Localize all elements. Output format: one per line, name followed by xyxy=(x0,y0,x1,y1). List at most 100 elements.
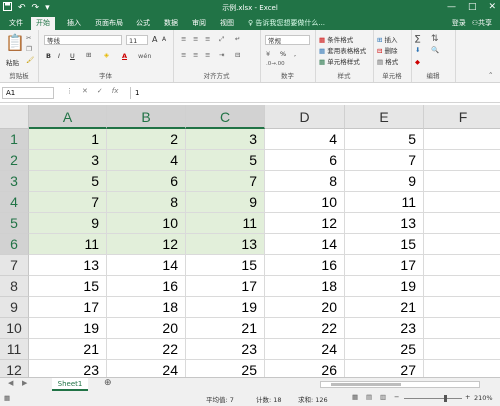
cell-c5[interactable]: 11 xyxy=(186,213,265,234)
row-header-1[interactable]: 1 xyxy=(0,129,29,150)
cell-d3[interactable]: 8 xyxy=(265,171,345,192)
align-top-icon[interactable]: ≡ xyxy=(181,35,186,43)
cell-c1[interactable]: 3 xyxy=(186,129,265,150)
add-sheet-icon[interactable]: ⊕ xyxy=(104,378,112,388)
format-cells-button[interactable]: ▤ 格式 xyxy=(377,56,398,66)
cell-b4[interactable]: 8 xyxy=(107,192,186,213)
cut-icon[interactable]: ✂ xyxy=(26,34,31,42)
horizontal-scrollbar[interactable] xyxy=(320,381,480,388)
align-bottom-icon[interactable]: ≡ xyxy=(205,35,210,43)
cell-e3[interactable]: 9 xyxy=(345,171,424,192)
increase-decimal-icon[interactable]: .0→.00 xyxy=(266,61,285,67)
cell-a9[interactable]: 17 xyxy=(29,297,107,318)
scroll-left-icon[interactable]: ◀ xyxy=(8,379,13,387)
cell-a7[interactable]: 13 xyxy=(29,255,107,276)
cell-b2[interactable]: 4 xyxy=(107,150,186,171)
borders-icon[interactable]: ⊞ xyxy=(86,51,91,59)
phonetic-icon[interactable]: wén xyxy=(138,52,151,60)
page-layout-view-icon[interactable]: ▤ xyxy=(366,393,372,401)
zoom-level[interactable]: 210% xyxy=(474,394,493,402)
merge-center-icon[interactable]: ⊟ xyxy=(235,51,240,59)
font-size-combo[interactable]: 11 xyxy=(126,35,148,45)
cell-a5[interactable]: 9 xyxy=(29,213,107,234)
enter-icon[interactable]: ✓ xyxy=(97,87,103,95)
share-button[interactable]: ⚇共享 xyxy=(472,18,492,28)
cell-d7[interactable]: 16 xyxy=(265,255,345,276)
find-select-icon[interactable]: 🔍 xyxy=(431,46,439,54)
cell-c11[interactable]: 23 xyxy=(186,339,265,360)
normal-view-icon[interactable]: ▦ xyxy=(352,393,358,401)
align-left-icon[interactable]: ≡ xyxy=(181,51,186,59)
cell-f4[interactable] xyxy=(424,192,500,213)
cell-c8[interactable]: 17 xyxy=(186,276,265,297)
sheet-tab-sheet1[interactable]: Sheet1 xyxy=(52,378,88,391)
cell-f11[interactable] xyxy=(424,339,500,360)
cell-f5[interactable] xyxy=(424,213,500,234)
cell-e8[interactable]: 19 xyxy=(345,276,424,297)
cell-e5[interactable]: 13 xyxy=(345,213,424,234)
delete-cells-button[interactable]: ⊟ 删除 xyxy=(377,45,398,55)
cell-e6[interactable]: 15 xyxy=(345,234,424,255)
align-right-icon[interactable]: ≡ xyxy=(205,51,210,59)
cell-styles-button[interactable]: ▦ 单元格样式 xyxy=(319,56,360,66)
row-header-10[interactable]: 10 xyxy=(0,318,29,339)
row-header-6[interactable]: 6 xyxy=(0,234,29,255)
orientation-icon[interactable]: ⤢ xyxy=(219,35,224,44)
autosum-button[interactable]: ∑ xyxy=(415,34,420,43)
scroll-right-icon[interactable]: ▶ xyxy=(22,379,27,387)
cell-d5[interactable]: 12 xyxy=(265,213,345,234)
tab-formulas[interactable]: 公式 xyxy=(131,18,155,29)
clear-icon[interactable]: ◆ xyxy=(415,58,420,66)
tab-data[interactable]: 数据 xyxy=(159,18,183,29)
cell-a3[interactable]: 5 xyxy=(29,171,107,192)
cell-b8[interactable]: 16 xyxy=(107,276,186,297)
tab-home[interactable]: 开始 xyxy=(31,17,55,30)
row-header-5[interactable]: 5 xyxy=(0,213,29,234)
zoom-in-button[interactable]: + xyxy=(465,393,470,401)
cell-b5[interactable]: 10 xyxy=(107,213,186,234)
copy-icon[interactable]: ❐ xyxy=(26,45,32,53)
page-break-view-icon[interactable]: ▥ xyxy=(380,393,386,401)
align-middle-icon[interactable]: ≡ xyxy=(193,35,198,43)
insert-cells-button[interactable]: ⊞ 插入 xyxy=(377,34,398,44)
font-name-combo[interactable]: 等线 xyxy=(44,35,122,45)
cell-e4[interactable]: 11 xyxy=(345,192,424,213)
column-header-c[interactable]: C xyxy=(186,105,265,129)
column-header-d[interactable]: D xyxy=(265,105,345,129)
zoom-out-button[interactable]: − xyxy=(394,393,399,401)
cell-d9[interactable]: 20 xyxy=(265,297,345,318)
cell-b1[interactable]: 2 xyxy=(107,129,186,150)
scrollbar-thumb[interactable] xyxy=(331,383,401,386)
font-color-button[interactable]: A xyxy=(122,52,127,60)
cell-e2[interactable]: 7 xyxy=(345,150,424,171)
cell-f6[interactable] xyxy=(424,234,500,255)
wrap-text-icon[interactable]: ↵ xyxy=(235,35,240,43)
cell-c6[interactable]: 13 xyxy=(186,234,265,255)
row-header-4[interactable]: 4 xyxy=(0,192,29,213)
paste-button[interactable]: 粘贴 xyxy=(6,57,19,67)
clipboard-icon[interactable]: 📋 xyxy=(5,33,25,52)
column-header-a[interactable]: A xyxy=(29,105,107,129)
currency-icon[interactable]: ¥ xyxy=(266,50,270,58)
close-button[interactable]: ✕ xyxy=(488,2,496,12)
collapse-ribbon-icon[interactable]: ⌃ xyxy=(488,71,493,79)
row-header-12[interactable]: 12 xyxy=(0,360,29,377)
cell-b9[interactable]: 18 xyxy=(107,297,186,318)
comma-button[interactable]: , xyxy=(294,50,296,58)
italic-button[interactable]: I xyxy=(58,52,60,60)
cell-d10[interactable]: 22 xyxy=(265,318,345,339)
cell-f1[interactable] xyxy=(424,129,500,150)
cell-a11[interactable]: 21 xyxy=(29,339,107,360)
cell-b12[interactable]: 24 xyxy=(107,360,186,377)
name-box[interactable]: A1 xyxy=(2,87,54,99)
cell-d6[interactable]: 14 xyxy=(265,234,345,255)
column-header-e[interactable]: E xyxy=(345,105,424,129)
tab-view[interactable]: 视图 xyxy=(215,18,239,29)
cell-b11[interactable]: 22 xyxy=(107,339,186,360)
cell-d2[interactable]: 6 xyxy=(265,150,345,171)
cell-c7[interactable]: 15 xyxy=(186,255,265,276)
grow-font-button[interactable]: A xyxy=(152,35,157,44)
bold-button[interactable]: B xyxy=(46,52,51,60)
cell-a4[interactable]: 7 xyxy=(29,192,107,213)
maximize-button[interactable]: □ xyxy=(468,2,477,12)
